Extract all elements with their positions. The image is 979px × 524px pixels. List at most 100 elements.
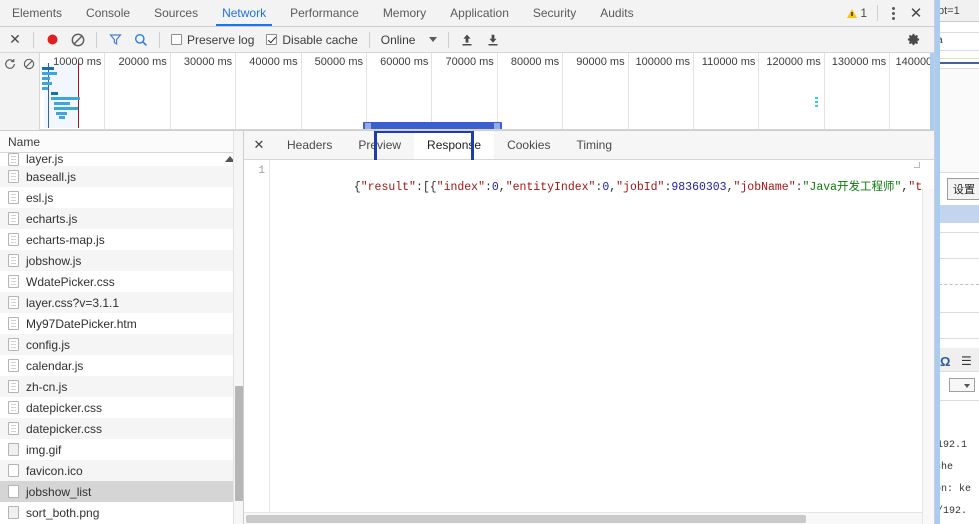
- list-item[interactable]: esl.js: [0, 187, 243, 208]
- tick-label: 120000 ms: [766, 56, 821, 68]
- divider: [159, 31, 160, 48]
- stylesheet-file-icon: [8, 422, 19, 435]
- clear-requests-icon[interactable]: ✕: [2, 28, 28, 52]
- omega-icon[interactable]: Ω: [940, 354, 950, 369]
- gear-icon[interactable]: [900, 28, 926, 52]
- tab-timing[interactable]: Timing: [563, 131, 625, 159]
- warning-count-badge[interactable]: 1: [843, 6, 871, 20]
- image-file-icon: [8, 506, 19, 519]
- export-har-icon[interactable]: [480, 28, 506, 52]
- request-detail-pane: ✕ Headers Preview Response Cookies Timin…: [244, 131, 934, 524]
- tick-label: 110000 ms: [701, 56, 756, 68]
- tab-performance[interactable]: Performance: [278, 0, 371, 26]
- tick-label: 130000 ms: [831, 56, 887, 68]
- list-item[interactable]: layer.css?v=3.1.1: [0, 292, 243, 313]
- reload-icon[interactable]: [0, 55, 20, 73]
- list-item[interactable]: layer.js: [0, 153, 243, 166]
- list-item-jobshow-list[interactable]: jobshow_list: [0, 481, 243, 502]
- clear-icon[interactable]: [65, 28, 91, 52]
- throttling-value: Online: [380, 32, 416, 47]
- checkbox-box: [266, 34, 278, 45]
- list-item[interactable]: config.js: [0, 334, 243, 355]
- script-file-icon: [8, 212, 19, 225]
- network-toolbar: ✕ Preserve log Disable cache Online: [0, 27, 934, 53]
- list-item[interactable]: img.gif: [0, 439, 243, 460]
- divider: [33, 31, 34, 48]
- divider: [368, 31, 370, 48]
- list-item[interactable]: echarts.js: [0, 208, 243, 229]
- disable-cache-label: Disable cache: [282, 32, 358, 47]
- close-icon[interactable]: ✕: [904, 3, 928, 23]
- scrollbar-thumb[interactable]: [235, 386, 243, 501]
- stylesheet-file-icon: [8, 296, 19, 309]
- list-item-label: My97DatePicker.htm: [26, 316, 137, 331]
- request-list-pane: Name layer.js baseall.js esl.js echarts.…: [0, 131, 244, 524]
- preserve-log-checkbox[interactable]: Preserve log: [165, 33, 260, 47]
- request-list[interactable]: layer.js baseall.js esl.js echarts.js ec…: [0, 153, 243, 524]
- record-icon[interactable]: [39, 28, 65, 52]
- tab-preview[interactable]: Preview: [345, 131, 414, 159]
- overview-grid[interactable]: 10000 ms 20000 ms 30000 ms 40000 ms 5000…: [40, 53, 934, 130]
- tab-memory[interactable]: Memory: [371, 0, 438, 26]
- tab-sources[interactable]: Sources: [142, 0, 210, 26]
- search-icon[interactable]: [128, 28, 154, 52]
- throttling-select[interactable]: Online: [375, 33, 444, 47]
- divider: [96, 31, 97, 48]
- tab-audits[interactable]: Audits: [588, 0, 645, 26]
- close-detail-icon[interactable]: ✕: [244, 131, 274, 159]
- code-token: "index": [436, 181, 485, 194]
- code-token: "entityIndex": [505, 181, 596, 194]
- overview-bar: [42, 87, 48, 90]
- overview-bar: [54, 102, 70, 105]
- response-horizontal-scrollbar[interactable]: [244, 512, 922, 524]
- page-settings-button[interactable]: 设置: [947, 178, 979, 200]
- list-item[interactable]: WdatePicker.css: [0, 271, 243, 292]
- tab-elements[interactable]: Elements: [0, 0, 74, 26]
- list-item-label: layer.css?v=3.1.1: [26, 295, 120, 310]
- network-overview: 10000 ms 20000 ms 30000 ms 40000 ms 5000…: [0, 53, 934, 131]
- load-event-marker: [78, 63, 79, 128]
- script-file-icon: [8, 233, 19, 246]
- tab-headers[interactable]: Headers: [274, 131, 345, 159]
- page-select[interactable]: [949, 378, 975, 392]
- disable-cache-checkbox[interactable]: Disable cache: [260, 33, 363, 47]
- list-item[interactable]: datepicker.css: [0, 418, 243, 439]
- tick-label: 90000 ms: [576, 56, 625, 68]
- filter-icon[interactable]: [102, 28, 128, 52]
- list-item-label: echarts-map.js: [26, 232, 105, 247]
- response-body[interactable]: 1 {"result":[{"index":0,"entityIndex":0,…: [244, 160, 934, 524]
- list-icon[interactable]: ☰: [961, 354, 972, 369]
- kebab-menu-icon[interactable]: [884, 3, 902, 23]
- list-item[interactable]: My97DatePicker.htm: [0, 313, 243, 334]
- devtools-panel: Elements Console Sources Network Perform…: [0, 0, 935, 524]
- no-entry-icon[interactable]: [20, 55, 40, 73]
- tab-application[interactable]: Application: [438, 0, 521, 26]
- page-content-band: [939, 68, 979, 173]
- overview-controls: [0, 53, 40, 130]
- script-file-icon: [8, 191, 19, 204]
- tab-security[interactable]: Security: [521, 0, 588, 26]
- tab-console[interactable]: Console: [74, 0, 142, 26]
- request-list-scrollbar[interactable]: [233, 131, 243, 524]
- list-item[interactable]: calendar.js: [0, 355, 243, 376]
- list-item[interactable]: zh-cn.js: [0, 376, 243, 397]
- tab-response[interactable]: Response: [414, 131, 495, 159]
- response-vertical-scrollbar[interactable]: [922, 189, 934, 524]
- list-item[interactable]: jobshow.js: [0, 250, 243, 271]
- code-token: {: [353, 181, 361, 194]
- tab-cookies[interactable]: Cookies: [494, 131, 563, 159]
- code-token: :[{: [415, 181, 437, 194]
- request-list-header[interactable]: Name: [0, 131, 243, 153]
- list-item[interactable]: echarts-map.js: [0, 229, 243, 250]
- import-har-icon[interactable]: [454, 28, 480, 52]
- page-dashed-divider: [939, 284, 979, 285]
- overview-bar: [51, 97, 80, 100]
- list-item[interactable]: datepicker.css: [0, 397, 243, 418]
- list-item[interactable]: favicon.ico: [0, 460, 243, 481]
- list-item[interactable]: sort_both.png: [0, 502, 243, 523]
- list-item[interactable]: baseall.js: [0, 166, 243, 187]
- devtools-tabbar: Elements Console Sources Network Perform…: [0, 0, 934, 27]
- tab-network[interactable]: Network: [210, 0, 278, 26]
- scrollbar-thumb[interactable]: [246, 515, 806, 523]
- devtools-resize-handle[interactable]: [935, 0, 940, 524]
